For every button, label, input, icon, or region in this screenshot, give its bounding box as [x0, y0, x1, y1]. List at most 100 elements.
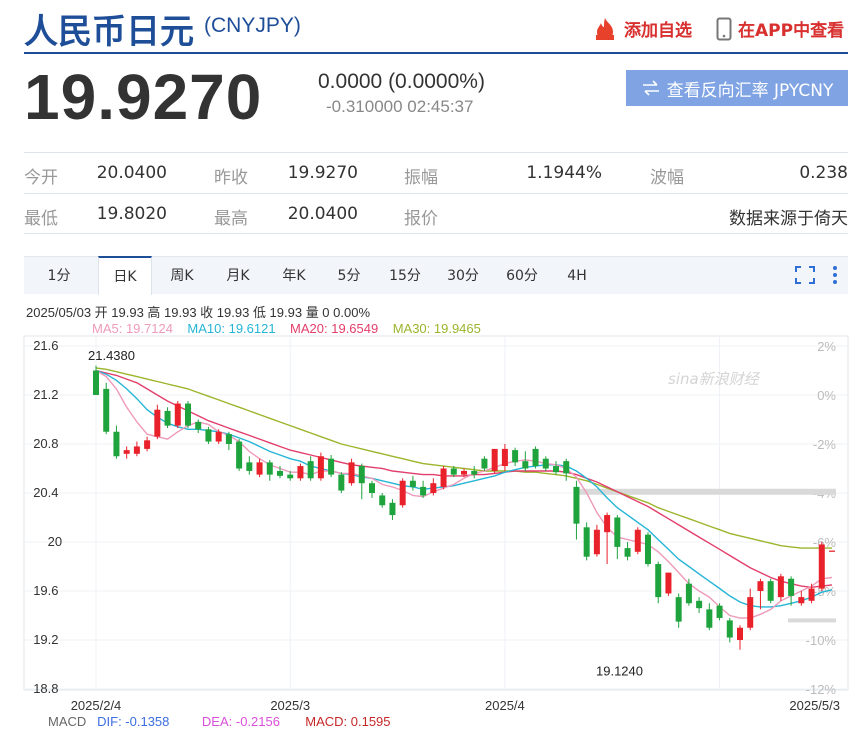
candle-body — [328, 458, 335, 475]
y-tick-label: 20 — [48, 534, 62, 549]
tab-daily[interactable]: 日K — [98, 256, 152, 295]
candle-body — [788, 578, 795, 596]
kline-chart[interactable]: 21.62%21.20%20.8-2%20.4-4%20-6%19.6-8%19… — [0, 334, 864, 714]
candle-body — [256, 462, 263, 475]
view-in-app-button[interactable]: 在APP中查看 — [716, 16, 844, 41]
phone-icon — [716, 17, 732, 40]
candle-body — [174, 403, 181, 426]
add-watchlist-button[interactable]: 添加自选 — [592, 16, 692, 41]
candle-body — [277, 470, 283, 476]
stat-label-amplitude: 振幅 — [404, 168, 438, 188]
candle-body — [726, 620, 733, 638]
tab-5min[interactable]: 5分 — [324, 257, 374, 295]
watermark-text: sina新浪财经 — [668, 370, 761, 388]
candle-body — [716, 605, 723, 618]
y-tick-label: 18.8 — [33, 681, 58, 696]
price-subline: -0.310000 02:45:37 — [326, 97, 474, 116]
stats-row: 今开 20.0400 昨收 19.9270 振幅 1.1944% 波幅 0.23… — [24, 152, 848, 193]
candle-body — [655, 564, 662, 598]
x-tick-label: 2025/4 — [485, 698, 525, 713]
stat-value-high: 20.0400 — [287, 204, 358, 224]
flame-icon — [596, 17, 614, 40]
candle-body — [573, 486, 580, 524]
header-divider — [24, 52, 848, 54]
current-price: 19.9270 — [24, 61, 263, 133]
candle-body — [225, 434, 232, 444]
candle-body — [706, 609, 713, 628]
candle-body — [634, 529, 641, 552]
tab-weekly[interactable]: 周K — [156, 257, 208, 295]
tab-yearly[interactable]: 年K — [268, 257, 320, 295]
candle-body — [798, 597, 805, 604]
candle-body — [696, 600, 703, 609]
pct-tick-label: -2% — [813, 437, 837, 452]
tab-4h[interactable]: 4H — [554, 257, 600, 295]
tab-monthly[interactable]: 月K — [212, 257, 264, 295]
fullscreen-icon[interactable] — [794, 265, 816, 285]
candle-body — [164, 410, 171, 426]
reverse-rate-button[interactable]: 查看反向汇率 JPYCNY — [626, 70, 848, 106]
candle-body — [307, 461, 314, 479]
candle-body — [205, 429, 212, 442]
ohlc-readout: 2025/05/03 开 19.93 高 19.93 收 19.93 低 19.… — [26, 305, 371, 320]
candle-body — [266, 462, 273, 475]
candle-body — [409, 480, 416, 487]
candle-body — [512, 450, 519, 463]
candle-body — [450, 468, 457, 475]
more-options-icon[interactable] — [832, 265, 838, 285]
x-tick-label: 2025/5/3 — [789, 698, 840, 713]
price-change: 0.0000 (0.0000%) — [318, 70, 485, 93]
candle-body — [348, 462, 355, 484]
candle-body — [297, 466, 304, 479]
candle-body — [93, 370, 99, 395]
view-in-app-label: 在APP中查看 — [738, 21, 845, 41]
candle-body — [154, 409, 161, 437]
candle-body — [593, 529, 600, 555]
tab-60min[interactable]: 60分 — [494, 257, 550, 295]
candle-body — [399, 480, 406, 506]
macd-dea: DEA: -0.2156 — [201, 714, 280, 729]
y-tick-label: 20.4 — [33, 485, 58, 500]
price-marker-band — [788, 618, 836, 623]
stat-label-high: 最高 — [214, 209, 248, 229]
candle-body — [665, 572, 672, 594]
candle-body — [757, 581, 764, 591]
candle-body — [144, 440, 151, 449]
macd-legend: MACD DIF: -0.1358 DEA: -0.2156 MACD: 0.1… — [48, 714, 391, 729]
candle-body — [501, 448, 508, 467]
stat-value-open: 20.0400 — [96, 163, 167, 183]
tab-30min[interactable]: 30分 — [436, 257, 490, 295]
candle-body — [808, 588, 815, 601]
candle-body — [246, 462, 253, 471]
stat-value-range: 0.238 — [799, 163, 848, 183]
tab-15min[interactable]: 15分 — [378, 257, 432, 295]
candle-body — [777, 576, 784, 598]
add-watchlist-label: 添加自选 — [624, 21, 692, 41]
macd-dif: DIF: -0.1358 — [97, 714, 170, 729]
stat-label-prev-close: 昨收 — [214, 168, 248, 188]
ma10-line — [95, 369, 833, 608]
reverse-rate-label: 查看反向汇率 JPYCNY — [666, 80, 834, 101]
candle-body — [675, 597, 682, 622]
x-tick-label: 2025/2/4 — [71, 698, 122, 713]
candle-body — [430, 483, 437, 493]
candle-body — [829, 550, 835, 552]
candle-body — [113, 431, 120, 457]
tab-1min[interactable]: 1分 — [24, 257, 94, 295]
x-tick-label: 2025/3 — [270, 698, 310, 713]
candle-body — [287, 474, 294, 479]
candle-body — [123, 450, 130, 454]
pct-tick-label: 2% — [817, 339, 836, 354]
stat-label-low: 最低 — [24, 209, 58, 229]
stat-label-quote: 报价 — [404, 209, 438, 229]
candle-body — [461, 470, 467, 475]
candle-body — [747, 597, 754, 628]
candle-body — [440, 468, 447, 487]
stat-value-low: 19.8020 — [96, 204, 167, 224]
stat-label-range: 波幅 — [650, 168, 684, 188]
currency-code: (CNYJPY) — [204, 14, 301, 37]
candle-body — [604, 515, 611, 533]
candle-body — [236, 441, 243, 469]
y-tick-label: 19.6 — [33, 583, 58, 598]
candle-body — [818, 544, 825, 589]
